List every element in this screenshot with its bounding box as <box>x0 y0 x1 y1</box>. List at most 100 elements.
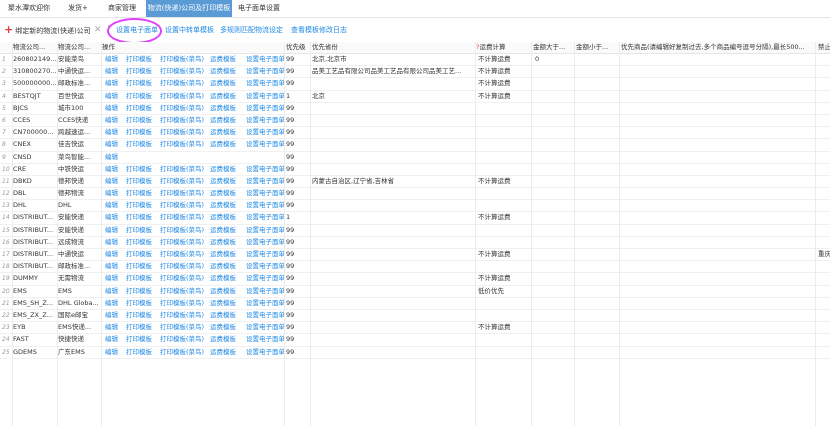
print-template-link[interactable]: 打印模板 <box>126 225 158 236</box>
print-template-cainiao-link[interactable]: 打印模板(菜鸟) <box>160 127 206 138</box>
freight-template-link[interactable]: 运费模板 <box>210 225 242 236</box>
freight-template-link[interactable]: 运费模板 <box>210 322 242 333</box>
table-row[interactable]: 8 CNEX 佳吉快运 99 编辑 打印模板 打印模板(菜鸟) 运费模板 设置电子面单 <box>0 139 830 152</box>
table-row[interactable]: 19 DUMMY 无需物流 99 不计算运费 编辑 打印模板 打印模板(菜鸟) 运费模板 设置电子… <box>0 273 830 286</box>
print-template-cainiao-link[interactable]: 打印模板(菜鸟) <box>160 188 206 199</box>
print-template-link[interactable]: 打印模板 <box>126 212 158 223</box>
print-template-cainiao-link[interactable]: 打印模板(菜鸟) <box>160 273 206 284</box>
set-eface-link[interactable]: 设置电子面单 <box>246 310 284 321</box>
print-template-link[interactable]: 打印模板 <box>126 188 158 199</box>
print-template-link[interactable]: 打印模板 <box>126 237 158 248</box>
print-template-link[interactable]: 打印模板 <box>126 298 158 309</box>
table-row[interactable]: 23 EYB EMS快递... 99 不计算运费 编辑 打印模板 打印模板(菜鸟) 运费模板 设置… <box>0 322 830 335</box>
col-header-amount-gt[interactable]: 金额大于... <box>533 42 573 53</box>
table-row[interactable]: 9 CNSD 菜鸟智能... 99 编辑 <box>0 152 830 164</box>
print-template-cainiao-link[interactable]: 打印模板(菜鸟) <box>160 212 206 223</box>
freight-template-link[interactable]: 运费模板 <box>210 164 242 175</box>
print-template-cainiao-link[interactable]: 打印模板(菜鸟) <box>160 164 206 175</box>
table-row[interactable]: 6 CCES CCES快递 99 编辑 打印模板 打印模板(菜鸟) 运费模板 设置电子面单 <box>0 115 830 128</box>
set-eface-link[interactable]: 设置电子面单 <box>246 225 284 236</box>
table-row[interactable]: 15 DISTRIBUT... 安能快递 99 编辑 打印模板 打印模板(菜鸟) 运费模板 设置… <box>0 225 830 237</box>
table-row[interactable]: 14 DISTRIBUT... 安能快递 1 不计算运费 编辑 打印模板 打印模板(菜鸟) 运费… <box>0 212 830 225</box>
set-eface-link[interactable]: 设置电子面单 <box>246 261 284 272</box>
table-row[interactable]: 18 DISTRIBUT... 邮政标准... 99 编辑 打印模板 打印模板(菜鸟) 运费模… <box>0 261 830 274</box>
freight-template-link[interactable]: 运费模板 <box>210 66 242 77</box>
freight-template-link[interactable]: 运费模板 <box>210 78 242 89</box>
tab-eface-settings[interactable]: 电子面单设置 <box>232 0 286 17</box>
print-template-link[interactable]: 打印模板 <box>126 322 158 333</box>
set-eface-link[interactable]: 设置电子面单 <box>246 115 284 126</box>
edit-link[interactable]: 编辑 <box>105 152 137 163</box>
col-header-amount-lt[interactable]: 金额小于... <box>576 42 616 53</box>
set-eface-link[interactable]: 设置电子面单 <box>246 322 284 333</box>
print-template-link[interactable]: 打印模板 <box>126 286 158 297</box>
tab-merchant[interactable]: 商家管理 <box>98 0 146 17</box>
print-template-link[interactable]: 打印模板 <box>126 347 158 358</box>
set-eface-link[interactable]: 设置电子面单 <box>246 176 284 187</box>
table-row[interactable]: 4 BESTQJT 百世快运 1 北京 不计算运费 编辑 打印模板 打印模板(菜鸟) 运费模板 设置… <box>0 91 830 103</box>
set-eface-link[interactable]: 设置电子面单 <box>246 66 284 77</box>
print-template-cainiao-link[interactable]: 打印模板(菜鸟) <box>160 103 206 114</box>
freight-template-link[interactable]: 运费模板 <box>210 54 242 65</box>
set-eface-link[interactable]: 设置电子面单 <box>246 139 284 150</box>
freight-template-link[interactable]: 运费模板 <box>210 127 242 138</box>
print-template-link[interactable]: 打印模板 <box>126 249 158 260</box>
freight-template-link[interactable]: 运费模板 <box>210 334 242 345</box>
freight-template-link[interactable]: 运费模板 <box>210 212 242 223</box>
table-row[interactable]: 11 DBKD 德邦快递 99 内蒙古自治区,辽宁省,吉林省 不计算运费 编辑 打印模板 打印模… <box>0 176 830 189</box>
print-template-cainiao-link[interactable]: 打印模板(菜鸟) <box>160 310 206 321</box>
col-header-code[interactable]: 物流公司... <box>13 42 55 53</box>
print-template-cainiao-link[interactable]: 打印模板(菜鸟) <box>160 66 206 77</box>
table-row[interactable]: 20 EMS EMS 99 低价优先 编辑 打印模板 打印模板(菜鸟) 运费模板 设置电子面单 <box>0 286 830 298</box>
freight-template-link[interactable]: 运费模板 <box>210 91 242 102</box>
print-template-cainiao-link[interactable]: 打印模板(菜鸟) <box>160 200 206 211</box>
print-template-cainiao-link[interactable]: 打印模板(菜鸟) <box>160 54 206 65</box>
set-eface-link[interactable]: 设置电子面单 <box>246 298 284 309</box>
col-header-name[interactable]: 物流公司... <box>58 42 98 53</box>
set-eface-link[interactable]: 设置电子面单 <box>246 249 284 260</box>
freight-template-link[interactable]: 运费模板 <box>210 115 242 126</box>
tab-welcome[interactable]: 聚水潭欢迎你 <box>0 0 58 17</box>
table-row[interactable]: 22 EMS_ZX_Z... 国际e邮宝 99 编辑 打印模板 打印模板(菜鸟) 运费模板 设置… <box>0 310 830 323</box>
print-template-link[interactable]: 打印模板 <box>126 91 158 102</box>
freight-template-link[interactable]: 运费模板 <box>210 103 242 114</box>
view-template-log-button[interactable]: 查看模板修改日志 <box>291 18 347 42</box>
table-row[interactable]: 1 260802149... 安能菜鸟 99 北京,北京市 不计算运费 0 编辑 打印模板 打印模… <box>0 54 830 67</box>
set-eface-link[interactable]: 设置电子面单 <box>246 212 284 223</box>
print-template-link[interactable]: 打印模板 <box>126 261 158 272</box>
print-template-link[interactable]: 打印模板 <box>126 78 158 89</box>
col-header-province[interactable]: 优先省份 <box>312 42 472 53</box>
print-template-link[interactable]: 打印模板 <box>126 115 158 126</box>
table-row[interactable]: 13 DHL DHL 99 编辑 打印模板 打印模板(菜鸟) 运费模板 设置电子面单 <box>0 200 830 213</box>
freight-template-link[interactable]: 运费模板 <box>210 310 242 321</box>
set-eface-link[interactable]: 设置电子面单 <box>246 334 284 345</box>
table-row[interactable]: 25 GDEMS 广东EMS 99 编辑 打印模板 打印模板(菜鸟) 运费模板 设置电子面单 <box>0 347 830 359</box>
table-row[interactable]: 3 500000000... 邮政标准... 99 不计算运费 编辑 打印模板 打印模板(菜鸟… <box>0 78 830 91</box>
print-template-cainiao-link[interactable]: 打印模板(菜鸟) <box>160 115 206 126</box>
freight-template-link[interactable]: 运费模板 <box>210 298 242 309</box>
table-row[interactable]: 17 DISTRIBUT... 中通快运 99 不计算运费 重庆 编辑 打印模板 打印模板(菜鸟… <box>0 249 830 262</box>
print-template-link[interactable]: 打印模板 <box>126 139 158 150</box>
print-template-cainiao-link[interactable]: 打印模板(菜鸟) <box>160 347 206 358</box>
col-header-priority-goods[interactable]: 优先商品(请编辑好复制过去,多个商品编号逗号分隔),最长500... <box>621 42 809 53</box>
table-row[interactable]: 5 BJCS 城市100 99 编辑 打印模板 打印模板(菜鸟) 运费模板 设置电子面单 <box>0 103 830 115</box>
freight-template-link[interactable]: 运费模板 <box>210 237 242 248</box>
tab-logistics-templates[interactable]: 物流(快递)公司及打印模板 <box>146 0 232 17</box>
set-eface-link[interactable]: 设置电子面单 <box>246 164 284 175</box>
set-eface-link[interactable]: 设置电子面单 <box>246 273 284 284</box>
print-template-link[interactable]: 打印模板 <box>126 334 158 345</box>
print-template-cainiao-link[interactable]: 打印模板(菜鸟) <box>160 176 206 187</box>
table-row[interactable]: 10 CRE 中铁快运 99 编辑 打印模板 打印模板(菜鸟) 运费模板 设置电子面单 <box>0 164 830 176</box>
table-row[interactable]: 7 CN700000... 跨越速运... 99 编辑 打印模板 打印模板(菜鸟) 运费模板设… <box>0 127 830 140</box>
freight-template-link[interactable]: 运费模板 <box>210 188 242 199</box>
print-template-cainiao-link[interactable]: 打印模板(菜鸟) <box>160 91 206 102</box>
print-template-cainiao-link[interactable]: 打印模板(菜鸟) <box>160 139 206 150</box>
table-row[interactable]: 16 DISTRIBUT... 远成物流 99 编辑 打印模板 打印模板(菜鸟) 运费模板 设置… <box>0 237 830 249</box>
freight-template-link[interactable]: 运费模板 <box>210 139 242 150</box>
set-eface-link[interactable]: 设置电子面单 <box>246 188 284 199</box>
freight-template-link[interactable]: 运费模板 <box>210 200 242 211</box>
print-template-link[interactable]: 打印模板 <box>126 103 158 114</box>
set-eface-link[interactable]: 设置电子面单 <box>246 286 284 297</box>
table-row[interactable]: 2 310800270... 中通快运... 99 品美工艺品有限公司品美工艺品有限公司… <box>0 66 830 79</box>
print-template-cainiao-link[interactable]: 打印模板(菜鸟) <box>160 261 206 272</box>
